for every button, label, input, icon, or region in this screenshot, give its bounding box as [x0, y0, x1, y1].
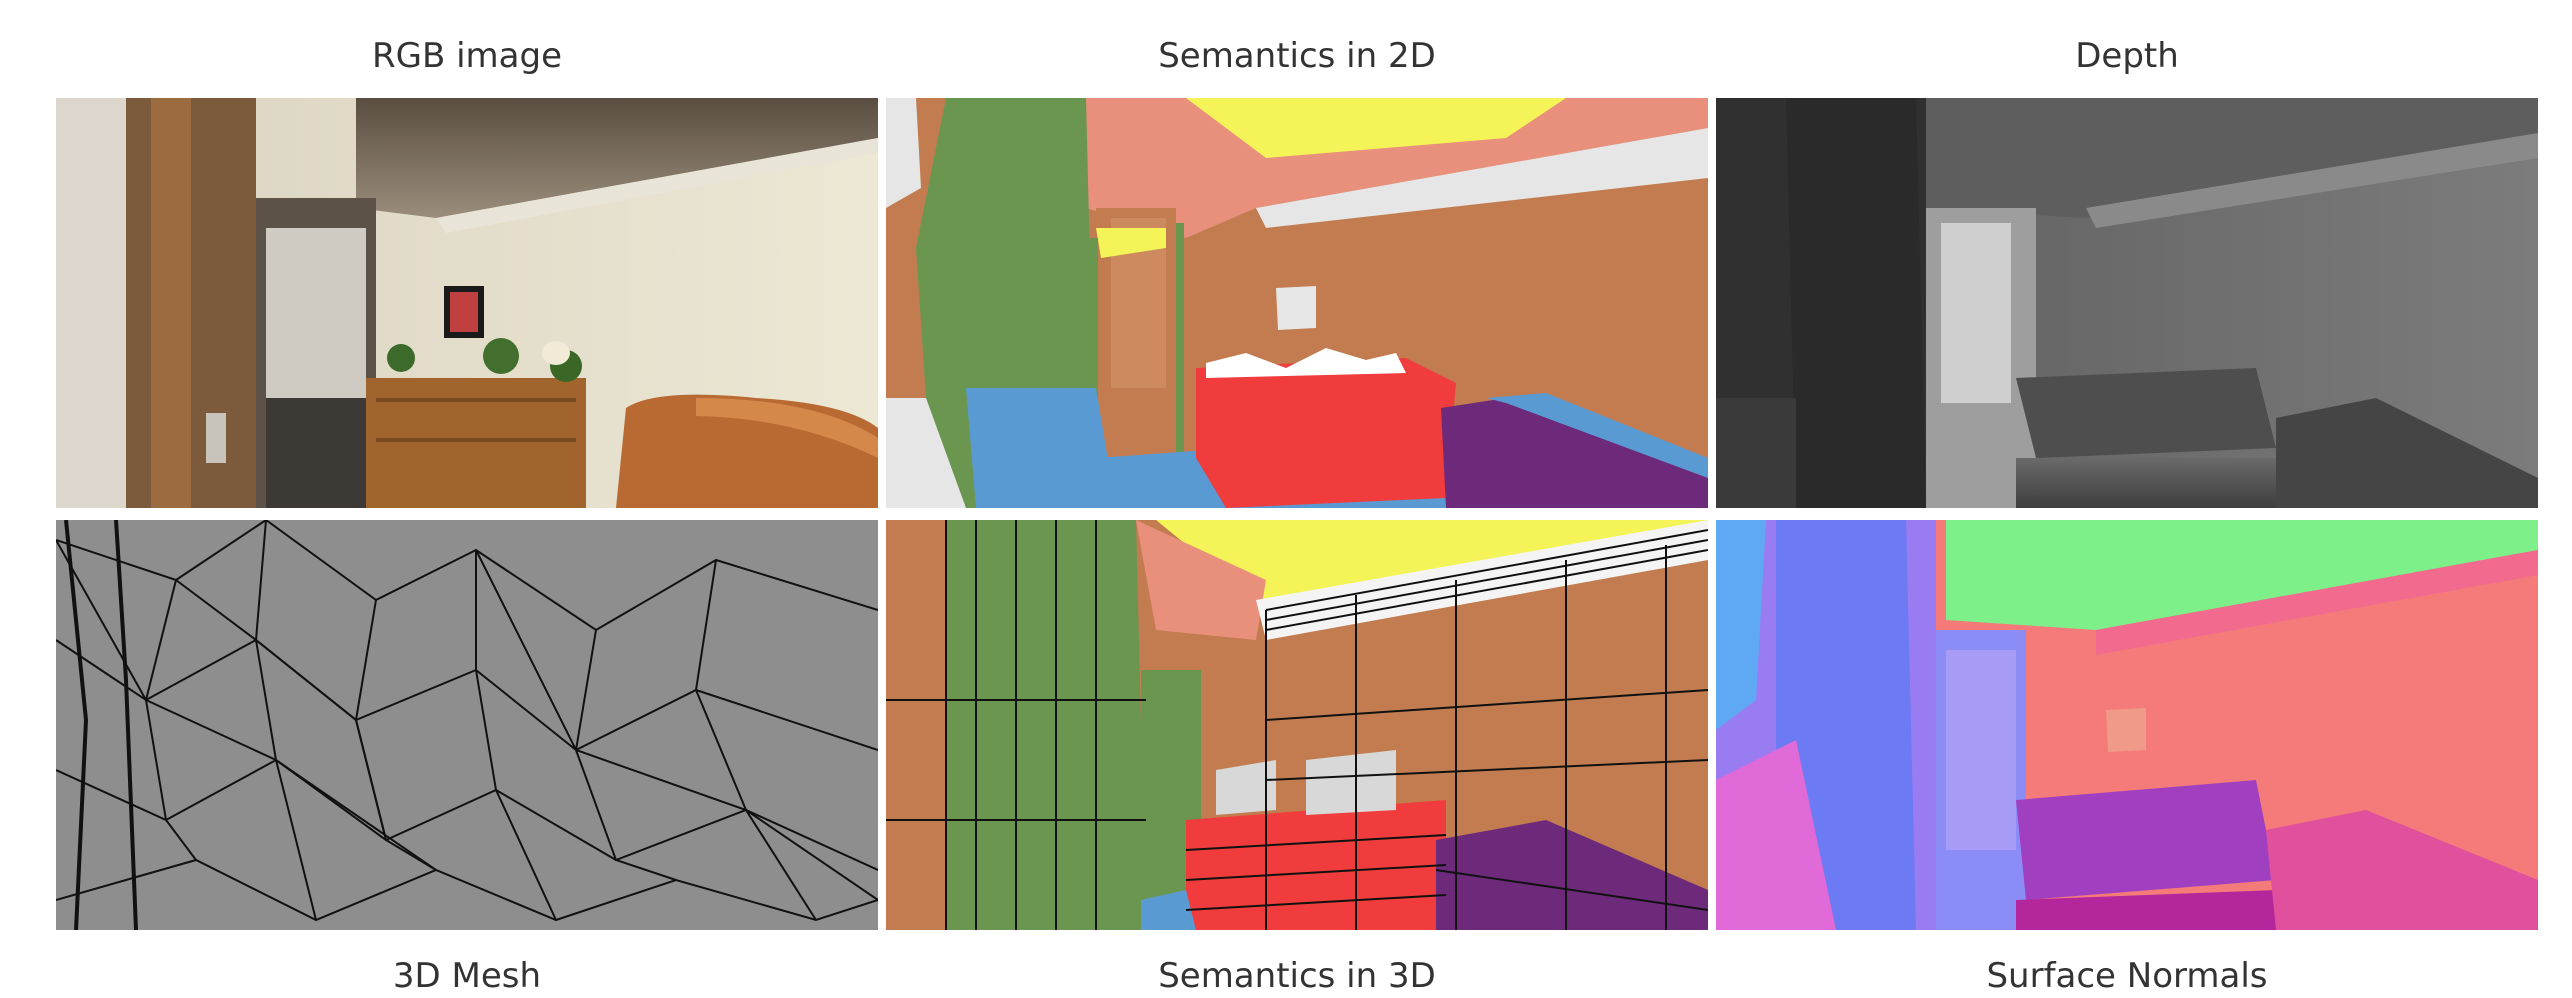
label-rgb-image: RGB image: [371, 36, 562, 76]
depth-panel: [1716, 98, 2538, 508]
mesh-panel: [56, 520, 878, 930]
semantics-2d-panel: [886, 98, 1708, 508]
label-surface-normals: Surface Normals: [1986, 956, 2268, 996]
rgb-photo-icon: [56, 98, 878, 508]
label-semantics-2d: Semantics in 2D: [1158, 36, 1436, 76]
surface-normals-panel: [1716, 520, 2538, 930]
label-depth: Depth: [2075, 36, 2179, 76]
depth-map-icon: [1716, 98, 2538, 508]
surface-normals-icon: [1716, 520, 2538, 930]
wireframe-mesh-icon: [56, 520, 878, 930]
label-semantics-3d: Semantics in 3D: [1158, 956, 1436, 996]
label-3d-mesh: 3D Mesh: [392, 956, 542, 996]
semantic-3d-icon: [886, 520, 1708, 930]
semantics-3d-panel: [886, 520, 1708, 930]
semantic-segmentation-icon: [886, 98, 1708, 508]
rgb-image-panel: [56, 98, 878, 508]
